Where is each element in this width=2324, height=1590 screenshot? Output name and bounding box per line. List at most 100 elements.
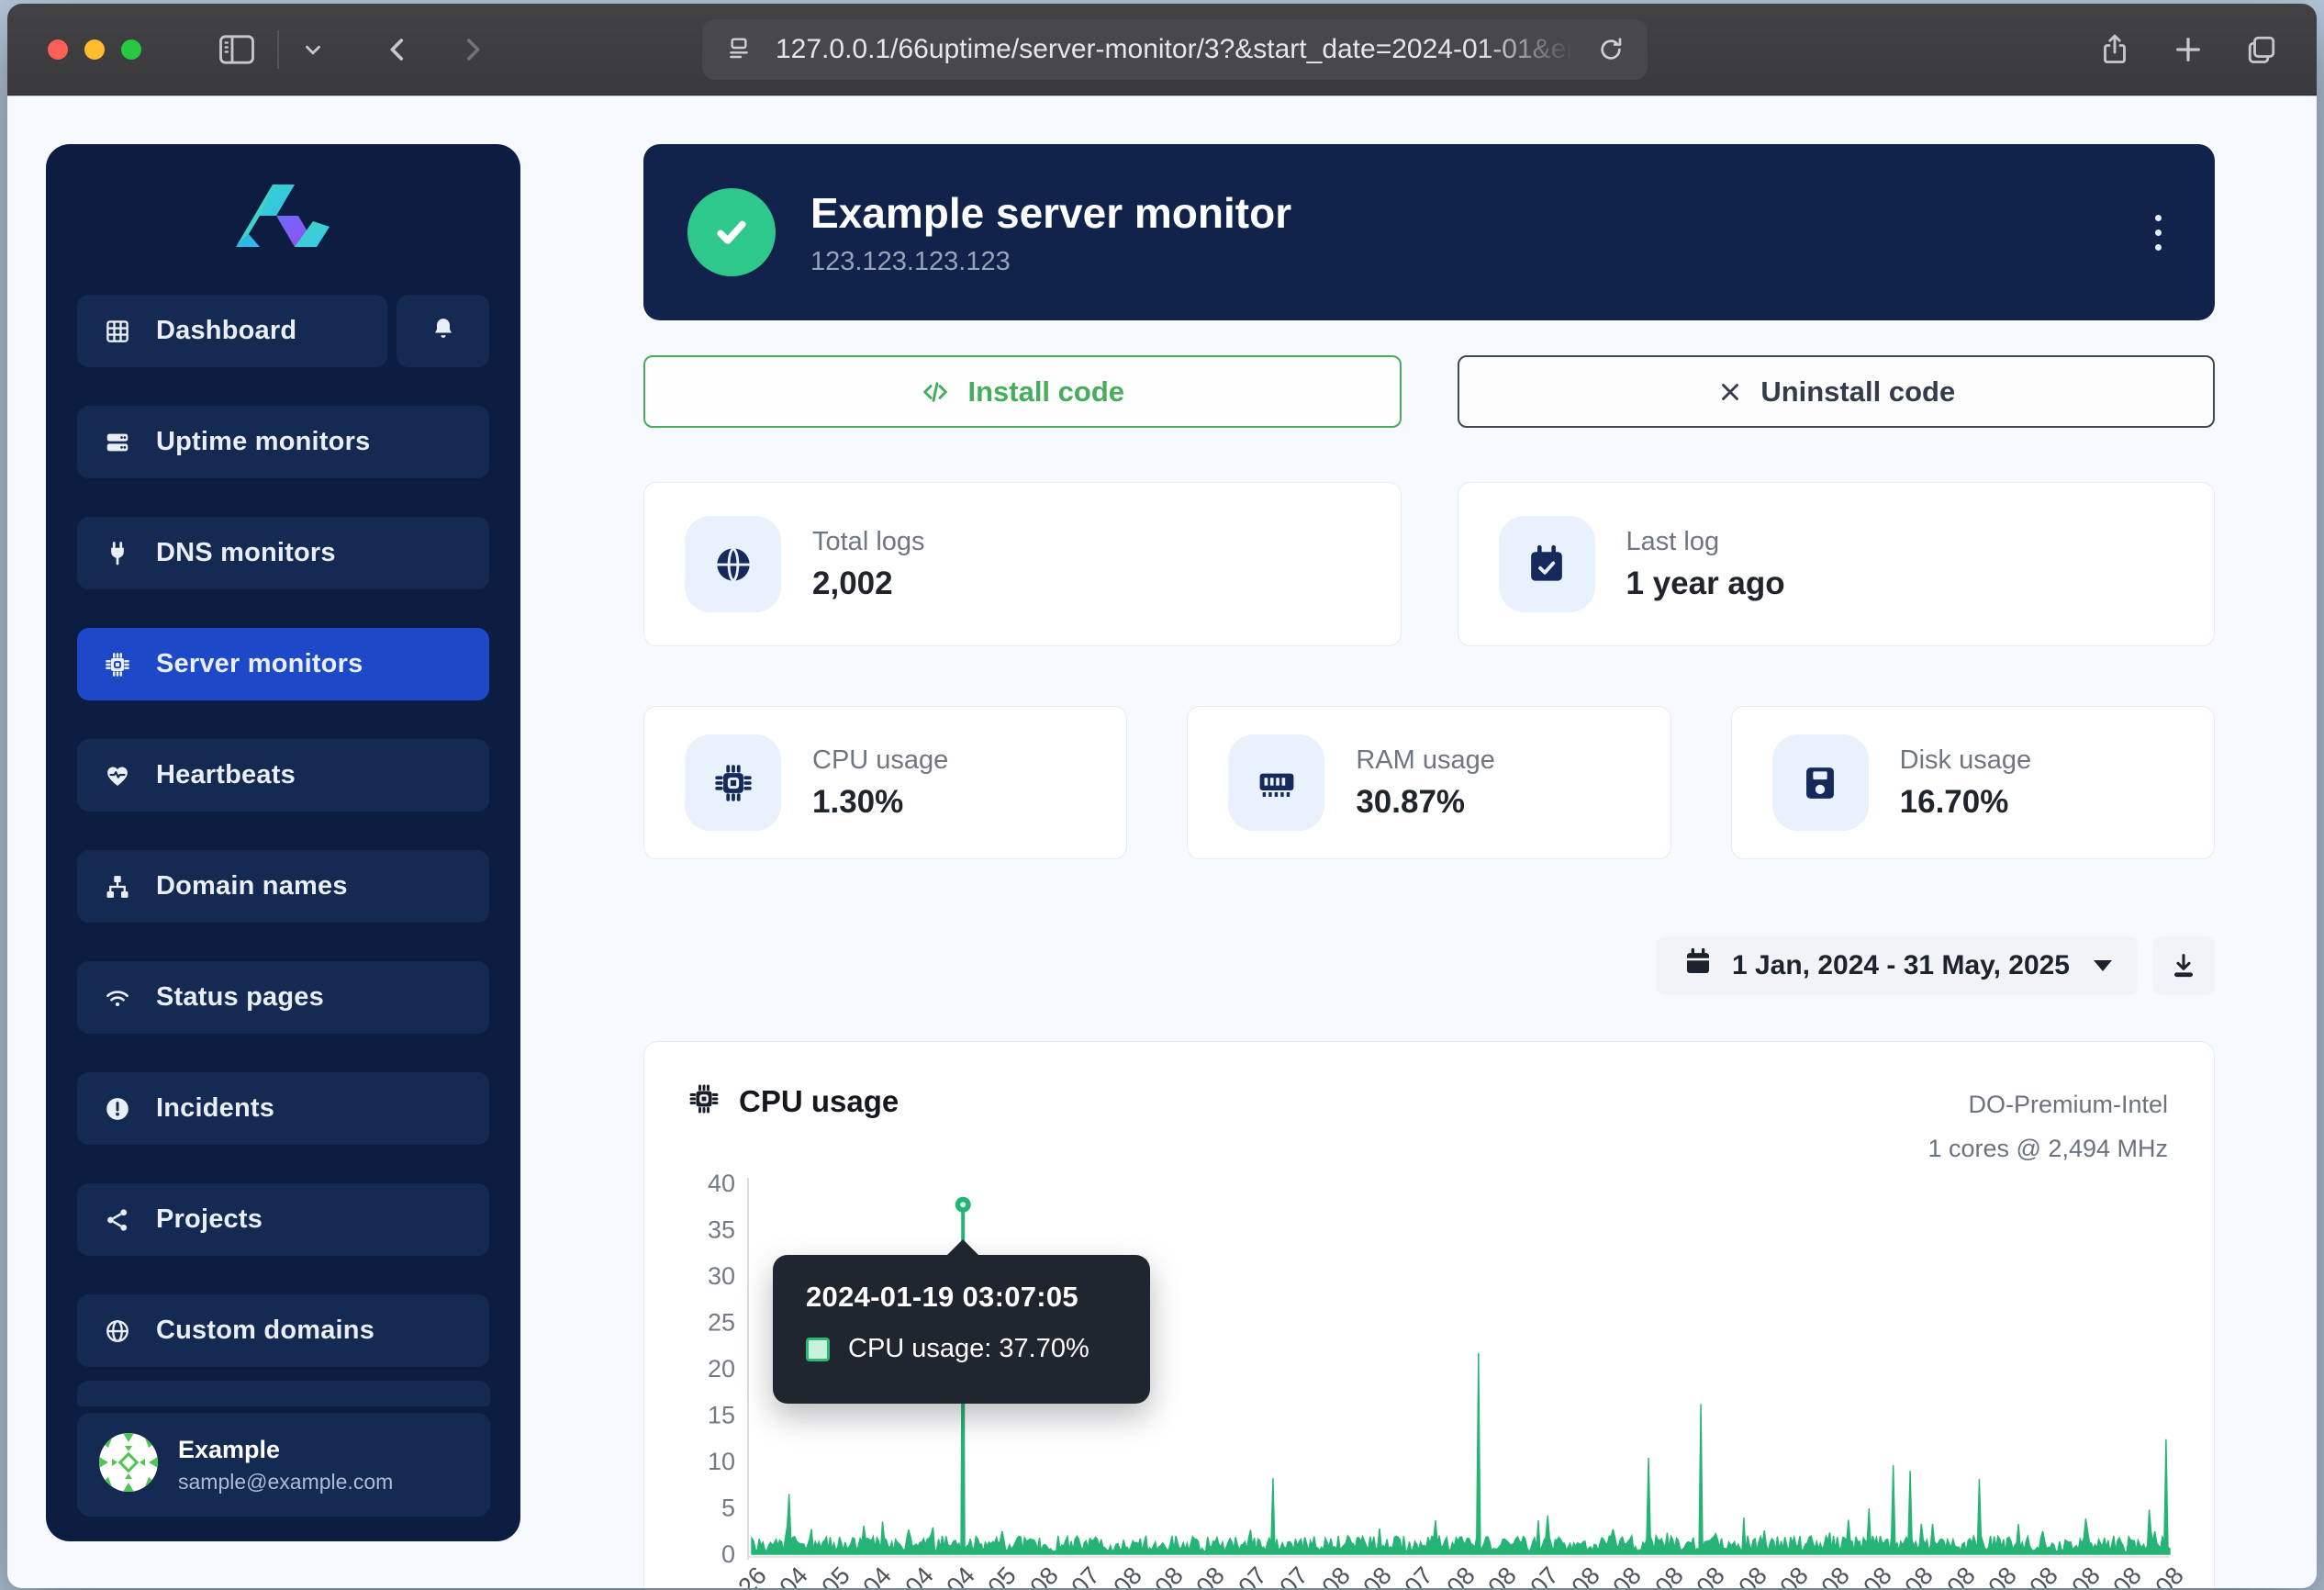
browser-titlebar: 127.0.0.1/66uptime/server-monitor/3?&sta…: [7, 4, 2317, 95]
zoom-window-button[interactable]: [121, 39, 141, 60]
uninstall-code-button[interactable]: Uninstall code: [1458, 355, 2216, 428]
sidebar-item-incidents[interactable]: Incidents: [77, 1072, 489, 1145]
back-button[interactable]: [382, 34, 413, 65]
bell-icon: [430, 315, 457, 347]
close-window-button[interactable]: [48, 39, 68, 60]
sidebar-item-label: DNS monitors: [156, 538, 336, 568]
kebab-menu-icon[interactable]: [2146, 206, 2171, 260]
sidebar-item-label: Domain names: [156, 871, 348, 901]
main-content: Example server monitor 123.123.123.123 I…: [643, 144, 2215, 1588]
stat-value: 2,002: [812, 565, 925, 602]
calendar-icon: [1682, 946, 1714, 985]
stat-card-cpu-usage: CPU usage 1.30%: [643, 706, 1127, 859]
stat-label: Disk usage: [1900, 745, 2031, 776]
tab-overview-icon[interactable]: [2245, 33, 2278, 66]
sidebar-item-label: Custom domains: [156, 1316, 374, 1346]
chart-title: CPU usage: [739, 1084, 899, 1119]
sidebar-item-label: Dashboard: [156, 316, 296, 346]
ram-usage-icon: [1228, 734, 1324, 831]
svg-text:20: 20: [708, 1355, 735, 1383]
download-button[interactable]: [2152, 936, 2215, 995]
globe-icon: [103, 1317, 132, 1345]
stat-label: RAM usage: [1356, 745, 1495, 776]
tooltip-datetime: 2024-01-19 03:07:05: [773, 1255, 1150, 1314]
notifications-button[interactable]: [397, 295, 489, 367]
series-swatch-icon: [806, 1338, 830, 1361]
stat-card-last-log: Last log 1 year ago: [1458, 482, 2216, 646]
dns-icon: [103, 540, 132, 567]
projects-icon: [103, 1206, 132, 1234]
browser-sidebar-toggle-icon[interactable]: [218, 34, 255, 65]
svg-text:35: 35: [708, 1216, 735, 1244]
svg-text:10: 10: [708, 1448, 735, 1475]
titlebar-divider: [277, 30, 279, 69]
disk-usage-icon: [1772, 734, 1869, 831]
sidebar: Dashboard Uptime monitors DNS monitors Serv…: [46, 144, 520, 1541]
monitor-ip: 123.123.123.123: [810, 247, 1291, 277]
cpu-usage-chart-card: CPU usage DO-Premium-Intel 1 cores @ 2,4…: [643, 1041, 2215, 1588]
stat-label: Total logs: [812, 527, 925, 557]
app-logo-icon[interactable]: [46, 144, 520, 295]
sidebar-item-domain-names[interactable]: Domain names: [77, 850, 489, 923]
incident-icon: [103, 1095, 132, 1123]
heartbeat-icon: [103, 762, 132, 789]
svg-text:15: 15: [708, 1402, 735, 1429]
stat-card-disk-usage: Disk usage 16.70%: [1731, 706, 2215, 859]
sidebar-item-label: Incidents: [156, 1093, 274, 1124]
chevron-down-icon[interactable]: [301, 38, 325, 62]
caret-down-icon: [2094, 960, 2112, 971]
page-settings-icon[interactable]: [724, 35, 754, 64]
reload-icon[interactable]: [1596, 35, 1626, 64]
new-tab-icon[interactable]: [2172, 33, 2205, 66]
monitor-header-card: Example server monitor 123.123.123.123: [643, 144, 2215, 320]
date-range-text: 1 Jan, 2024 - 31 May, 2025: [1732, 950, 2070, 981]
svg-text:30: 30: [708, 1262, 735, 1290]
date-range-picker[interactable]: 1 Jan, 2024 - 31 May, 2025: [1657, 936, 2138, 995]
svg-text:25: 25: [708, 1309, 735, 1337]
minimize-window-button[interactable]: [84, 39, 105, 60]
sidebar-item-custom-domains[interactable]: Custom domains: [77, 1294, 489, 1367]
stat-card-ram-usage: RAM usage 30.87%: [1187, 706, 1670, 859]
sidebar-item-projects[interactable]: Projects: [77, 1183, 489, 1256]
user-email: sample@example.com: [178, 1470, 393, 1495]
sidebar-nav: Dashboard Uptime monitors DNS monitors Serv…: [46, 295, 520, 1367]
sidebar-item-label: Uptime monitors: [156, 427, 370, 457]
cpu-usage-icon: [685, 734, 781, 831]
sidebar-item-label: Status pages: [156, 982, 324, 1013]
install-code-button[interactable]: Install code: [643, 355, 1402, 428]
svg-text:5: 5: [721, 1495, 735, 1522]
forward-button[interactable]: [457, 34, 488, 65]
page-content: Dashboard Uptime monitors DNS monitors Serv…: [7, 96, 2317, 1588]
sidebar-item-label: Server monitors: [156, 649, 363, 679]
stat-card-total-logs: Total logs 2,002: [643, 482, 1402, 646]
sidebar-item-dashboard[interactable]: Dashboard: [77, 295, 387, 367]
status-icon: [103, 984, 132, 1012]
sidebar-item-label: Heartbeats: [156, 760, 296, 790]
stat-value: 30.87%: [1356, 784, 1495, 821]
stat-label: CPU usage: [812, 745, 948, 776]
server-icon: [103, 651, 132, 678]
sidebar-item-hidden[interactable]: [77, 1381, 490, 1406]
sidebar-item-dns-monitors[interactable]: DNS monitors: [77, 517, 489, 589]
stat-value: 16.70%: [1900, 784, 2031, 821]
user-card[interactable]: Example sample@example.com: [77, 1413, 490, 1517]
sidebar-item-status-pages[interactable]: Status pages: [77, 961, 489, 1034]
sidebar-item-label: Projects: [156, 1204, 263, 1235]
last-log-icon: [1499, 516, 1595, 612]
sidebar-item-server-monitors[interactable]: Server monitors: [77, 628, 489, 700]
svg-text:40: 40: [708, 1170, 735, 1197]
stat-value: 1 year ago: [1626, 565, 1785, 602]
sidebar-item-uptime-monitors[interactable]: Uptime monitors: [77, 406, 489, 478]
share-icon[interactable]: [2098, 33, 2131, 66]
url-bar[interactable]: 127.0.0.1/66uptime/server-monitor/3?&sta…: [702, 19, 1648, 80]
tooltip-value: CPU usage: 37.70%: [848, 1334, 1089, 1364]
page-title: Example server monitor: [810, 188, 1291, 238]
svg-text:0: 0: [721, 1540, 735, 1568]
server-plan: DO-Premium-Intel: [1927, 1082, 2168, 1126]
browser-window: 127.0.0.1/66uptime/server-monitor/3?&sta…: [7, 4, 2317, 1588]
stat-label: Last log: [1626, 527, 1785, 557]
cpu-chip-icon: [687, 1082, 721, 1120]
sidebar-item-heartbeats[interactable]: Heartbeats: [77, 739, 489, 812]
dashboard-icon: [103, 318, 132, 345]
url-text[interactable]: 127.0.0.1/66uptime/server-monitor/3?&sta…: [776, 34, 1574, 65]
